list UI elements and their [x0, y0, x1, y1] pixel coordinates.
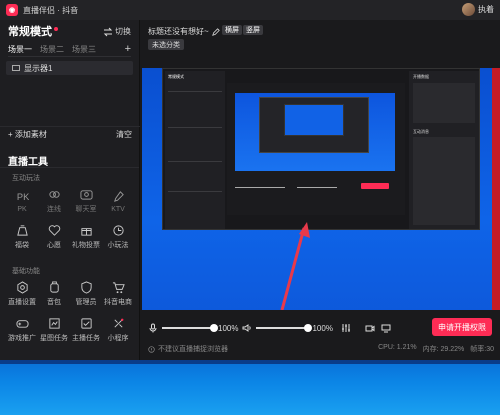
mini-right-panel: 开播数据 互动消息: [409, 71, 479, 229]
tool-wish[interactable]: 心愿: [38, 219, 70, 255]
divider: [8, 56, 131, 57]
tool-lucky-bag[interactable]: 福袋: [6, 219, 38, 255]
gamepad-icon: [15, 320, 29, 328]
chatroom-icon: [79, 190, 93, 200]
left-panel: 常规模式 切换 场景一 场景二 场景三 + 显示器1 + 添加素材 清空 直播工…: [0, 20, 140, 360]
svg-text:PK: PK: [16, 192, 28, 202]
desktop-background: [0, 360, 500, 415]
mode-title[interactable]: 常规模式: [8, 23, 52, 39]
tool-connect[interactable]: 连线: [38, 183, 70, 219]
mini-center-panel: [227, 83, 405, 215]
red-stripe: [492, 68, 500, 310]
title-bar: ◉ 直播伴侣 · 抖音 执着: [0, 0, 500, 20]
camera-icon[interactable]: [365, 323, 375, 333]
cpu-usage: CPU: 1.21%: [378, 344, 417, 351]
tab-scene-1[interactable]: 场景一: [8, 44, 32, 55]
performance-stats: CPU: 1.21% 内存: 29.22% 帧率:30: [378, 344, 494, 354]
tool-pk[interactable]: PK PK: [6, 183, 38, 219]
settings-icon: [16, 281, 28, 294]
speaker-volume-slider[interactable]: [256, 324, 313, 332]
clear-button[interactable]: 清空: [116, 129, 132, 140]
sound-pack-icon: [49, 281, 59, 293]
basic-tools: 直播设置 音包 管理员 抖音电商 游戏推广 星图任务 主播任务 小程序: [6, 276, 134, 348]
speaker-icon[interactable]: [242, 323, 252, 333]
interactive-section-label: 互动玩法: [12, 175, 40, 182]
user-name[interactable]: 执着: [478, 4, 494, 15]
source-item[interactable]: 显示器1: [6, 61, 133, 75]
switch-icon: [103, 27, 113, 36]
captured-screen: 常规模式 开播数据 互动消息: [162, 68, 480, 230]
tool-chatroom[interactable]: 聊天室: [70, 183, 102, 219]
cart-icon: [112, 282, 125, 294]
tool-admin[interactable]: 管理员: [70, 276, 102, 312]
portrait-button[interactable]: 竖屏: [243, 25, 263, 35]
avatar[interactable]: [462, 3, 475, 16]
tab-scene-2[interactable]: 场景二: [40, 44, 64, 55]
status-bar: 不建议直播捕捉浏览器 CPU: 1.21% 内存: 29.22% 帧率:30: [148, 344, 494, 354]
tool-ktv[interactable]: KTV: [102, 183, 134, 219]
source-label: 显示器1: [24, 63, 53, 73]
frame-rate: 帧率:30: [470, 346, 494, 353]
tools-title: 直播工具: [8, 157, 48, 168]
tool-game-promo[interactable]: 游戏推广: [6, 312, 38, 348]
live-canvas[interactable]: 常规模式 开播数据 互动消息: [142, 68, 500, 310]
add-scene-button[interactable]: +: [125, 43, 131, 55]
tool-live-settings[interactable]: 直播设置: [6, 276, 38, 312]
app-logo-icon: ◉: [6, 4, 18, 16]
scene-tabs: 场景一 场景二 场景三 +: [0, 42, 139, 56]
stream-title[interactable]: 标题还没有想好~: [148, 26, 220, 37]
mini-left-panel: 常规模式: [165, 71, 225, 229]
heart-icon: [48, 225, 60, 236]
link-icon: [48, 191, 60, 198]
source-actions: + 添加素材 清空: [0, 126, 140, 142]
mini-program-icon: [113, 318, 123, 328]
mic-volume-slider[interactable]: [162, 324, 218, 332]
tool-ecommerce[interactable]: 抖音电商: [102, 276, 134, 312]
mic-icon: [113, 190, 124, 202]
divider: [0, 167, 139, 168]
bottom-controls: 100% 100% 申请开播权限 不建议直播捕捉浏览器 CPU: 1.21% 内…: [142, 310, 500, 360]
category-button[interactable]: 未选分类: [148, 39, 184, 50]
add-source-button[interactable]: + 添加素材: [8, 129, 47, 140]
notification-dot-icon: [54, 26, 58, 31]
stream-header: 标题还没有想好~ 横屏 竖屏 未选分类: [142, 20, 500, 52]
speaker-volume-value: 100%: [312, 323, 333, 333]
preview-area[interactable]: 常规模式 开播数据 互动消息: [142, 52, 500, 310]
tool-star-task[interactable]: 星图任务: [38, 312, 70, 348]
equalizer-icon[interactable]: [341, 323, 351, 333]
monitor-icon: [12, 65, 20, 71]
tool-host-task[interactable]: 主播任务: [70, 312, 102, 348]
switch-label: 切换: [115, 27, 131, 36]
memory-usage: 内存: 29.22%: [422, 346, 465, 353]
microphone-icon[interactable]: [148, 323, 158, 333]
basic-section-label: 基础功能: [12, 268, 40, 275]
mini-game-icon: [112, 225, 124, 236]
user-menu[interactable]: 执着: [462, 3, 494, 16]
edit-icon[interactable]: [211, 27, 220, 36]
star-task-icon: [48, 318, 60, 329]
app-title: 直播伴侣 · 抖音: [23, 5, 79, 15]
apply-start-live-button[interactable]: 申请开播权限: [432, 318, 492, 336]
tool-mini-program[interactable]: 小程序: [102, 312, 134, 348]
switch-mode-button[interactable]: 切换: [103, 26, 131, 37]
warning-icon: [148, 345, 155, 353]
gift-vote-icon: [80, 228, 92, 236]
tab-scene-3[interactable]: 场景三: [72, 44, 96, 55]
tool-sound-pack[interactable]: 音包: [38, 276, 70, 312]
mic-volume-value: 100%: [218, 323, 239, 333]
screen-share-icon[interactable]: [381, 323, 391, 333]
pk-icon: PK: [16, 192, 28, 202]
tool-gift-vote[interactable]: 礼物投票: [70, 219, 102, 255]
warning-message: 不建议直播捕捉浏览器: [148, 344, 228, 354]
landscape-button[interactable]: 横屏: [222, 25, 242, 35]
shield-icon: [80, 281, 92, 294]
tool-mini-game[interactable]: 小玩法: [102, 219, 134, 255]
checklist-icon: [80, 318, 92, 329]
lucky-bag-icon: [16, 225, 28, 236]
interactive-tools: PK PK 连线 聊天室 KTV 福袋 心愿 礼物投票 小玩法: [6, 183, 134, 255]
